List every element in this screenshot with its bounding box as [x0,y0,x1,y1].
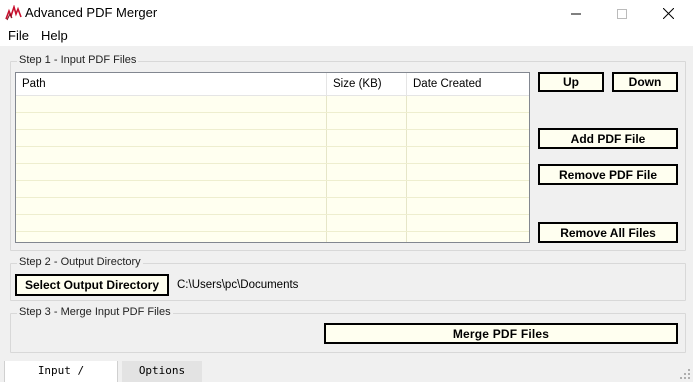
move-up-button[interactable]: Up [538,72,604,92]
list-empty-row [16,113,529,130]
close-button[interactable] [645,0,691,27]
step1-title: Step 1 - Input PDF Files [17,54,139,66]
tab-options[interactable]: Options [122,361,202,382]
merge-button-label: Merge PDF Files [452,326,550,341]
list-empty-row [16,147,529,164]
window-title: Advanced PDF Merger [25,5,158,20]
menu-help[interactable]: Help [41,28,68,43]
list-empty-row [16,215,529,232]
list-empty-row [16,232,529,242]
output-directory-path: C:\Users\pc\Documents [177,279,299,291]
step3-title: Step 3 - Merge Input PDF Files [17,306,173,318]
maximize-icon [617,8,627,19]
resize-grip-icon[interactable] [679,368,691,380]
tab-strip: Input / Output Options [0,360,693,382]
select-output-directory-button[interactable]: Select Output Directory [15,274,169,296]
minimize-button[interactable] [553,0,599,27]
title-bar[interactable]: Advanced PDF Merger [0,0,693,27]
merge-pdf-files-button[interactable]: Merge PDF Files [324,323,678,344]
list-empty-row [16,181,529,198]
column-header-size[interactable]: Size (KB) [327,73,407,96]
close-icon [662,8,674,19]
menu-file[interactable]: File [8,28,29,43]
list-empty-row [16,96,529,113]
column-header-date-created[interactable]: Date Created [407,73,529,96]
menu-bar: File Help [0,27,693,46]
remove-pdf-file-button[interactable]: Remove PDF File [538,164,678,185]
remove-all-files-button[interactable]: Remove All Files [538,222,678,243]
list-body [16,96,529,242]
pdf-merger-logo-icon [5,5,22,21]
minimize-icon [571,13,581,14]
move-down-button[interactable]: Down [612,72,678,92]
maximize-button[interactable] [599,0,645,27]
add-pdf-file-button[interactable]: Add PDF File [538,128,678,149]
list-empty-row [16,130,529,147]
column-header-path[interactable]: Path [16,73,327,96]
tab-input-output[interactable]: Input / Output [4,361,118,382]
list-empty-row [16,164,529,181]
list-header: Path Size (KB) Date Created [16,73,529,96]
input-files-list[interactable]: Path Size (KB) Date Created [15,72,530,243]
list-empty-row [16,198,529,215]
step2-title: Step 2 - Output Directory [17,256,143,268]
